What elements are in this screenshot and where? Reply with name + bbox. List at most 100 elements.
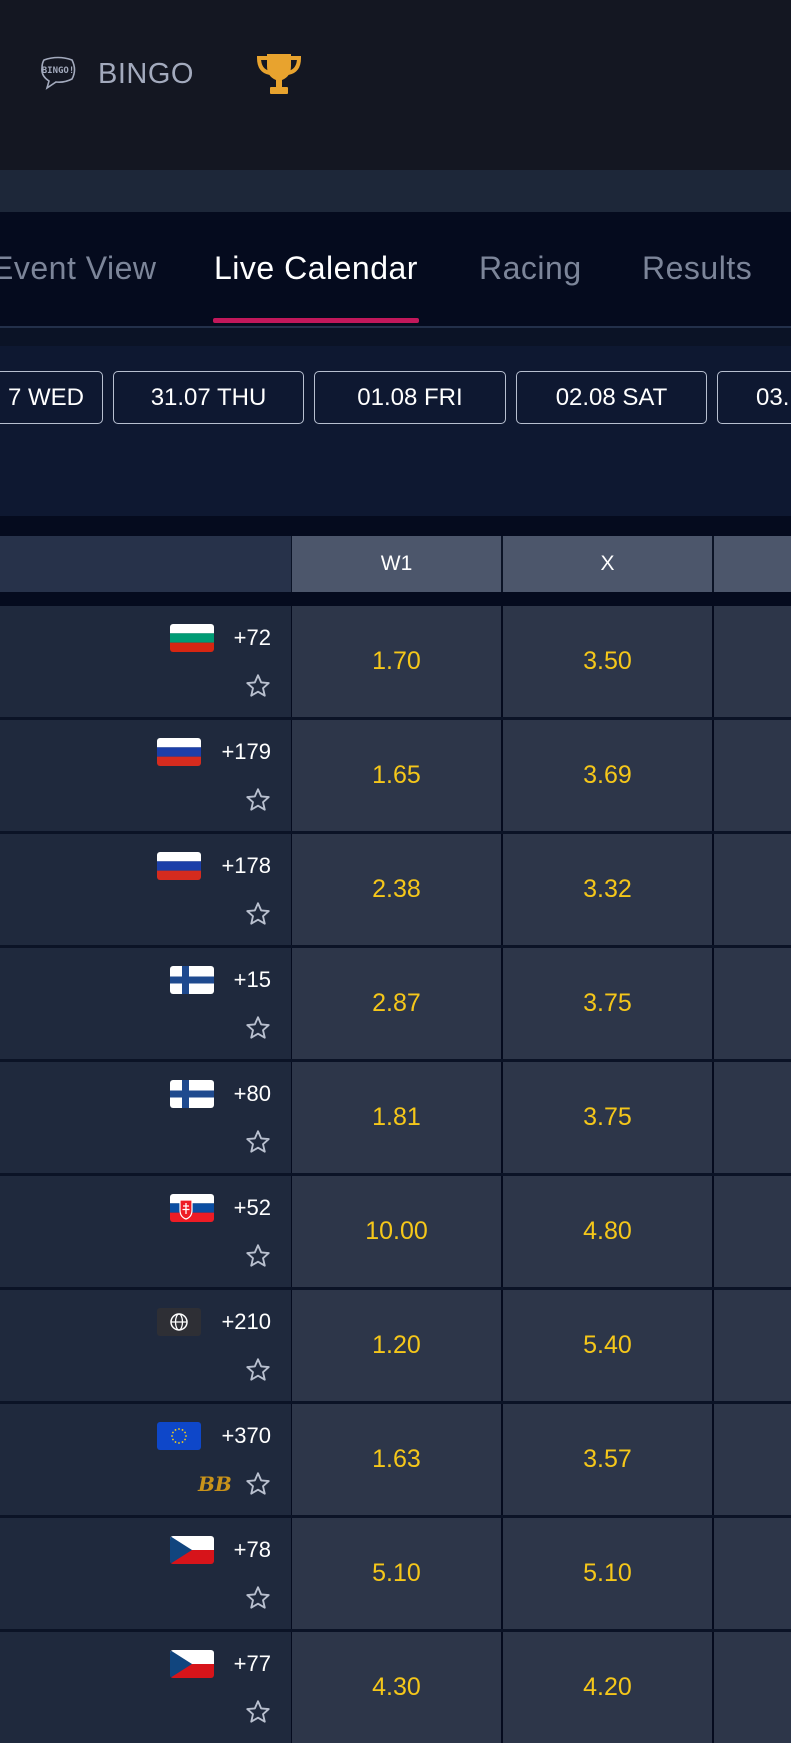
odds-w1[interactable]: 10.00 [292, 1176, 501, 1287]
odds-w1[interactable]: 1.63 [292, 1404, 501, 1515]
more-markets-count[interactable]: +15 [234, 967, 271, 993]
odds-w2[interactable] [714, 1290, 791, 1401]
event-row[interactable]: +80 1.81 3.75 [0, 1062, 791, 1173]
table-header-event [0, 536, 291, 592]
event-row[interactable]: +78 5.10 5.10 [0, 1518, 791, 1629]
finland-flag-icon [170, 966, 214, 994]
more-markets-count[interactable]: +72 [234, 625, 271, 651]
odds-w2[interactable] [714, 1176, 791, 1287]
event-info[interactable]: +72 [0, 606, 291, 717]
slovakia-flag-icon [170, 1194, 214, 1222]
odds-w1[interactable]: 2.87 [292, 948, 501, 1059]
event-info[interactable]: +78 [0, 1518, 291, 1629]
odds-x[interactable]: 3.50 [503, 606, 712, 717]
odds-x[interactable]: 5.10 [503, 1518, 712, 1629]
bet-builder-icon: BB [198, 1472, 232, 1496]
more-markets-count[interactable]: +78 [234, 1537, 271, 1563]
odds-w2[interactable] [714, 1062, 791, 1173]
odds-w2[interactable] [714, 948, 791, 1059]
favorite-star-icon[interactable] [244, 672, 272, 700]
trophy-icon[interactable] [254, 50, 304, 98]
date-button-fri[interactable]: 01.08 FRI [314, 371, 506, 424]
favorite-star-icon[interactable] [244, 900, 272, 928]
favorite-star-icon[interactable] [244, 1470, 272, 1498]
event-info[interactable]: +179 [0, 720, 291, 831]
event-info[interactable]: +80 [0, 1062, 291, 1173]
odds-x[interactable]: 3.75 [503, 948, 712, 1059]
event-info[interactable]: +77 [0, 1632, 291, 1743]
tab-racing[interactable]: Racing [479, 250, 582, 287]
bingo-icon[interactable]: BINGO! [38, 56, 78, 90]
event-info[interactable]: +52 [0, 1176, 291, 1287]
czech-flag-icon [170, 1536, 214, 1564]
favorite-star-icon[interactable] [244, 1698, 272, 1726]
favorite-star-icon[interactable] [244, 786, 272, 814]
odds-w1[interactable]: 1.65 [292, 720, 501, 831]
world-flag-icon [157, 1308, 201, 1336]
event-row[interactable]: +72 1.70 3.50 [0, 606, 791, 717]
finland-flag-icon [170, 1080, 214, 1108]
more-markets-count[interactable]: +80 [234, 1081, 271, 1107]
odds-w2[interactable] [714, 1404, 791, 1515]
odds-x[interactable]: 5.40 [503, 1290, 712, 1401]
bulgaria-flag-icon [170, 624, 214, 652]
event-row[interactable]: +77 4.30 4.20 [0, 1632, 791, 1743]
odds-w1[interactable]: 4.30 [292, 1632, 501, 1743]
favorite-star-icon[interactable] [244, 1242, 272, 1270]
more-markets-count[interactable]: +370 [221, 1423, 271, 1449]
odds-x[interactable]: 4.80 [503, 1176, 712, 1287]
event-info[interactable]: +210 [0, 1290, 291, 1401]
date-button-sun[interactable]: 03. [717, 371, 791, 424]
odds-w1[interactable]: 1.20 [292, 1290, 501, 1401]
event-info[interactable]: +15 [0, 948, 291, 1059]
odds-w2[interactable] [714, 1632, 791, 1743]
odds-w1[interactable]: 1.70 [292, 606, 501, 717]
top-bar: BINGO! BINGO [0, 0, 791, 170]
tab-bar: Event View Live Calendar Racing Results [0, 212, 791, 328]
more-markets-count[interactable]: +210 [221, 1309, 271, 1335]
date-button-thu[interactable]: 31.07 THU [113, 371, 304, 424]
bingo-icon-text: BINGO! [42, 66, 75, 76]
odds-w2[interactable] [714, 720, 791, 831]
event-row[interactable]: +210 1.20 5.40 [0, 1290, 791, 1401]
divider [0, 516, 791, 536]
favorite-star-icon[interactable] [244, 1356, 272, 1384]
odds-w1[interactable]: 2.38 [292, 834, 501, 945]
odds-w2[interactable] [714, 834, 791, 945]
bingo-label[interactable]: BINGO [98, 58, 194, 91]
event-row[interactable]: +15 2.87 3.75 [0, 948, 791, 1059]
tab-results[interactable]: Results [642, 250, 752, 287]
spacer-band [0, 170, 791, 212]
russia-flag-icon [157, 852, 201, 880]
odds-w2[interactable] [714, 1518, 791, 1629]
odds-x[interactable]: 3.75 [503, 1062, 712, 1173]
odds-w1[interactable]: 5.10 [292, 1518, 501, 1629]
more-markets-count[interactable]: +77 [234, 1651, 271, 1677]
tab-live-calendar[interactable]: Live Calendar [214, 250, 418, 287]
event-row[interactable]: +52 10.00 4.80 [0, 1176, 791, 1287]
column-header-x: X [503, 536, 712, 592]
czech-flag-icon [170, 1650, 214, 1678]
odds-x[interactable]: 3.69 [503, 720, 712, 831]
russia-flag-icon [157, 738, 201, 766]
more-markets-count[interactable]: +52 [234, 1195, 271, 1221]
odds-x[interactable]: 4.20 [503, 1632, 712, 1743]
favorite-star-icon[interactable] [244, 1584, 272, 1612]
event-row[interactable]: +178 2.38 3.32 [0, 834, 791, 945]
date-button-wed[interactable]: 7 WED [0, 371, 103, 424]
odds-x[interactable]: 3.32 [503, 834, 712, 945]
odds-x[interactable]: 3.57 [503, 1404, 712, 1515]
odds-w1[interactable]: 1.81 [292, 1062, 501, 1173]
event-row[interactable]: +370 BB 1.63 3.57 [0, 1404, 791, 1515]
favorite-star-icon[interactable] [244, 1014, 272, 1042]
date-button-sat[interactable]: 02.08 SAT [516, 371, 707, 424]
more-markets-count[interactable]: +179 [221, 739, 271, 765]
event-info[interactable]: +178 [0, 834, 291, 945]
favorite-star-icon[interactable] [244, 1128, 272, 1156]
odds-w2[interactable] [714, 606, 791, 717]
more-markets-count[interactable]: +178 [221, 853, 271, 879]
divider [0, 592, 791, 606]
tab-event-view[interactable]: Event View [0, 250, 157, 287]
event-row[interactable]: +179 1.65 3.69 [0, 720, 791, 831]
event-info[interactable]: +370 BB [0, 1404, 291, 1515]
